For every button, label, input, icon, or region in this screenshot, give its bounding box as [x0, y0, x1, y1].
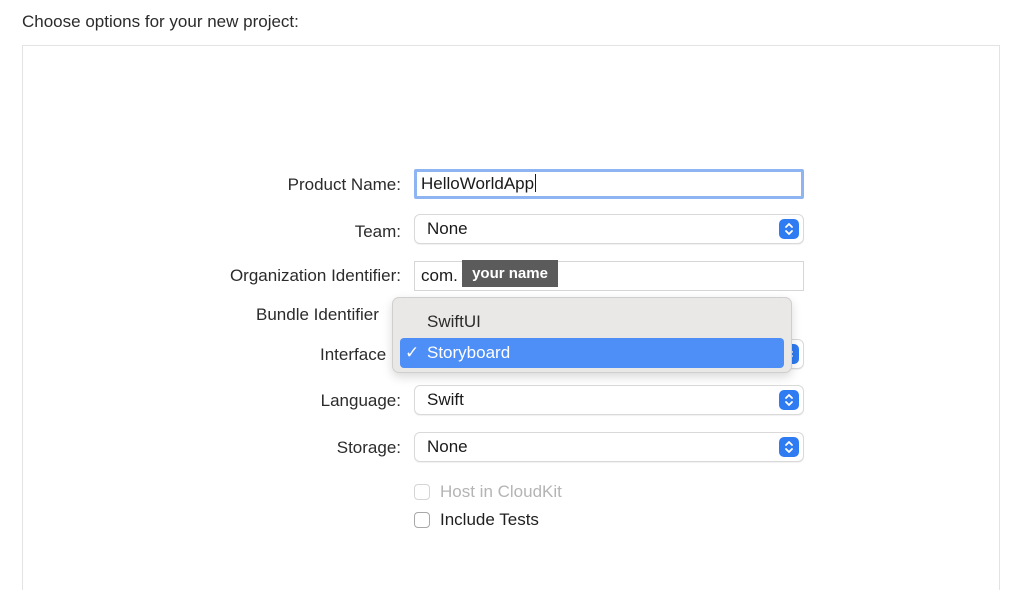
- language-label: Language:: [320, 391, 401, 410]
- menu-item-label: SwiftUI: [427, 312, 481, 331]
- bundle-identifier-label: Bundle Identifier: [256, 305, 379, 324]
- your-name-tooltip: your name: [462, 260, 558, 287]
- page-heading: Choose options for your new project:: [22, 12, 299, 31]
- menu-item-label: Storyboard: [427, 343, 511, 362]
- storage-value: None: [427, 437, 468, 456]
- storage-label: Storage:: [336, 438, 401, 457]
- include-tests-row[interactable]: Include Tests: [414, 509, 539, 531]
- chevron-up-down-icon: [779, 437, 799, 457]
- product-name-label: Product Name:: [287, 175, 401, 194]
- team-label: Team:: [354, 222, 401, 241]
- chevron-up-down-icon: [779, 390, 799, 410]
- team-popup[interactable]: None: [414, 214, 804, 244]
- language-popup[interactable]: Swift: [414, 385, 804, 415]
- chevron-up-down-icon: [779, 219, 799, 239]
- menu-item-swiftui[interactable]: SwiftUI: [400, 307, 784, 337]
- storage-popup[interactable]: None: [414, 432, 804, 462]
- organization-identifier-value: com.: [421, 266, 458, 285]
- include-tests-checkbox[interactable]: [414, 512, 430, 528]
- organization-identifier-label: Organization Identifier:: [229, 266, 401, 285]
- host-in-cloudkit-checkbox: [414, 484, 430, 500]
- language-value: Swift: [427, 390, 464, 409]
- checkmark-icon: ✓: [405, 343, 420, 362]
- menu-item-storyboard[interactable]: ✓ Storyboard: [400, 338, 784, 368]
- interface-label: Interface: [320, 345, 387, 364]
- product-name-value: HelloWorldApp: [421, 174, 535, 193]
- include-tests-label: Include Tests: [440, 510, 539, 529]
- interface-menu: SwiftUI ✓ Storyboard: [392, 297, 792, 373]
- host-in-cloudkit-label: Host in CloudKit: [440, 482, 562, 501]
- product-name-field[interactable]: HelloWorldApp: [414, 169, 804, 199]
- team-value: None: [427, 219, 468, 238]
- host-in-cloudkit-row: Host in CloudKit: [414, 481, 562, 503]
- text-caret: [535, 174, 537, 192]
